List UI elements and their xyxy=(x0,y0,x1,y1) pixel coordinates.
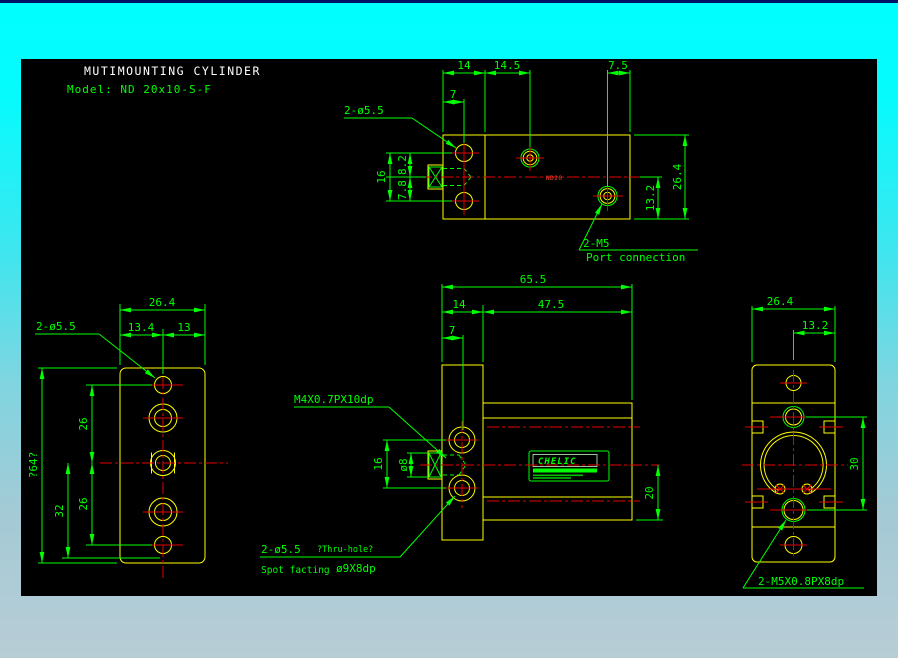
dim-7: 7 xyxy=(449,324,456,337)
holes-label: 2-ø5.5 xyxy=(344,104,384,117)
dim-26-4: 26.4 xyxy=(767,295,794,308)
dim-20: 20 xyxy=(643,486,656,499)
dim-30: 30 xyxy=(848,457,861,470)
dim-64: ?64? xyxy=(27,452,40,479)
dim-dia8: ø8 xyxy=(397,458,410,471)
port-label-line1: 2-M5 xyxy=(583,237,610,250)
brand-stripe xyxy=(533,468,597,473)
body-marking-text: ND20 xyxy=(546,175,562,182)
dim-14-5: 14.5 xyxy=(494,59,521,72)
drawing-canvas: MUTIMOUNTING CYLINDER Model: ND 20x10-S-… xyxy=(21,59,877,596)
dim-26-upper: 26 xyxy=(77,417,90,430)
dim-47-5: 47.5 xyxy=(538,298,565,311)
dim-16: 16 xyxy=(372,457,385,470)
dim-26-4: 26.4 xyxy=(671,163,684,190)
dim-14: 14 xyxy=(452,298,466,311)
dim-16: 16 xyxy=(375,170,388,183)
spot-facing-label: Spot facting xyxy=(261,565,330,576)
dim-13-2: 13.2 xyxy=(644,185,657,212)
dim-7-8: 7.8 xyxy=(396,180,409,200)
spot-facing-size: ø9X8dp xyxy=(336,562,376,575)
dim-26-lower: 26 xyxy=(77,497,90,510)
dim-7: 7 xyxy=(450,88,457,101)
drawing-model: Model: ND 20x10-S-F xyxy=(67,83,212,96)
port-label-line2: Port connection xyxy=(586,251,685,264)
drawing-title: MUTIMOUNTING CYLINDER xyxy=(84,64,261,78)
dim-26-4: 26.4 xyxy=(149,296,176,309)
port-thread-label: 2-M5X0.8PX8dp xyxy=(758,575,844,588)
dim-13-2: 13.2 xyxy=(802,319,829,332)
thru-hole-label: 2-ø5.5 xyxy=(261,543,301,556)
thread-label: M4X0.7PX10dp xyxy=(294,393,373,406)
dim-14: 14 xyxy=(457,59,471,72)
cad-viewer-screen: MUTIMOUNTING CYLINDER Model: ND 20x10-S-… xyxy=(0,0,898,658)
dim-13: 13 xyxy=(177,321,190,334)
dim-65-5: 65.5 xyxy=(520,273,547,286)
dim-7-5: 7.5 xyxy=(608,59,628,72)
dim-13-4: 13.4 xyxy=(128,321,155,334)
dim-8-2: 8.2 xyxy=(396,155,409,175)
holes-label: 2-ø5.5 xyxy=(36,320,76,333)
dim-32: 32 xyxy=(53,504,66,517)
thru-hole-note: ?Thru-hole? xyxy=(317,545,373,555)
